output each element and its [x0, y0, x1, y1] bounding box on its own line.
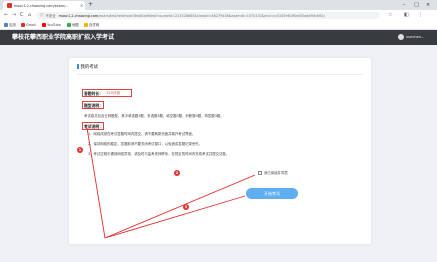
- marker-3: 3: [183, 204, 189, 210]
- arrow-to-notice: [86, 127, 106, 239]
- marker-2: 2: [174, 170, 180, 176]
- arrow-to-button: [104, 195, 246, 239]
- marker-1: 1: [77, 147, 83, 153]
- annotation-arrows: [86, 127, 256, 239]
- arrow-to-checkbox: [104, 174, 256, 239]
